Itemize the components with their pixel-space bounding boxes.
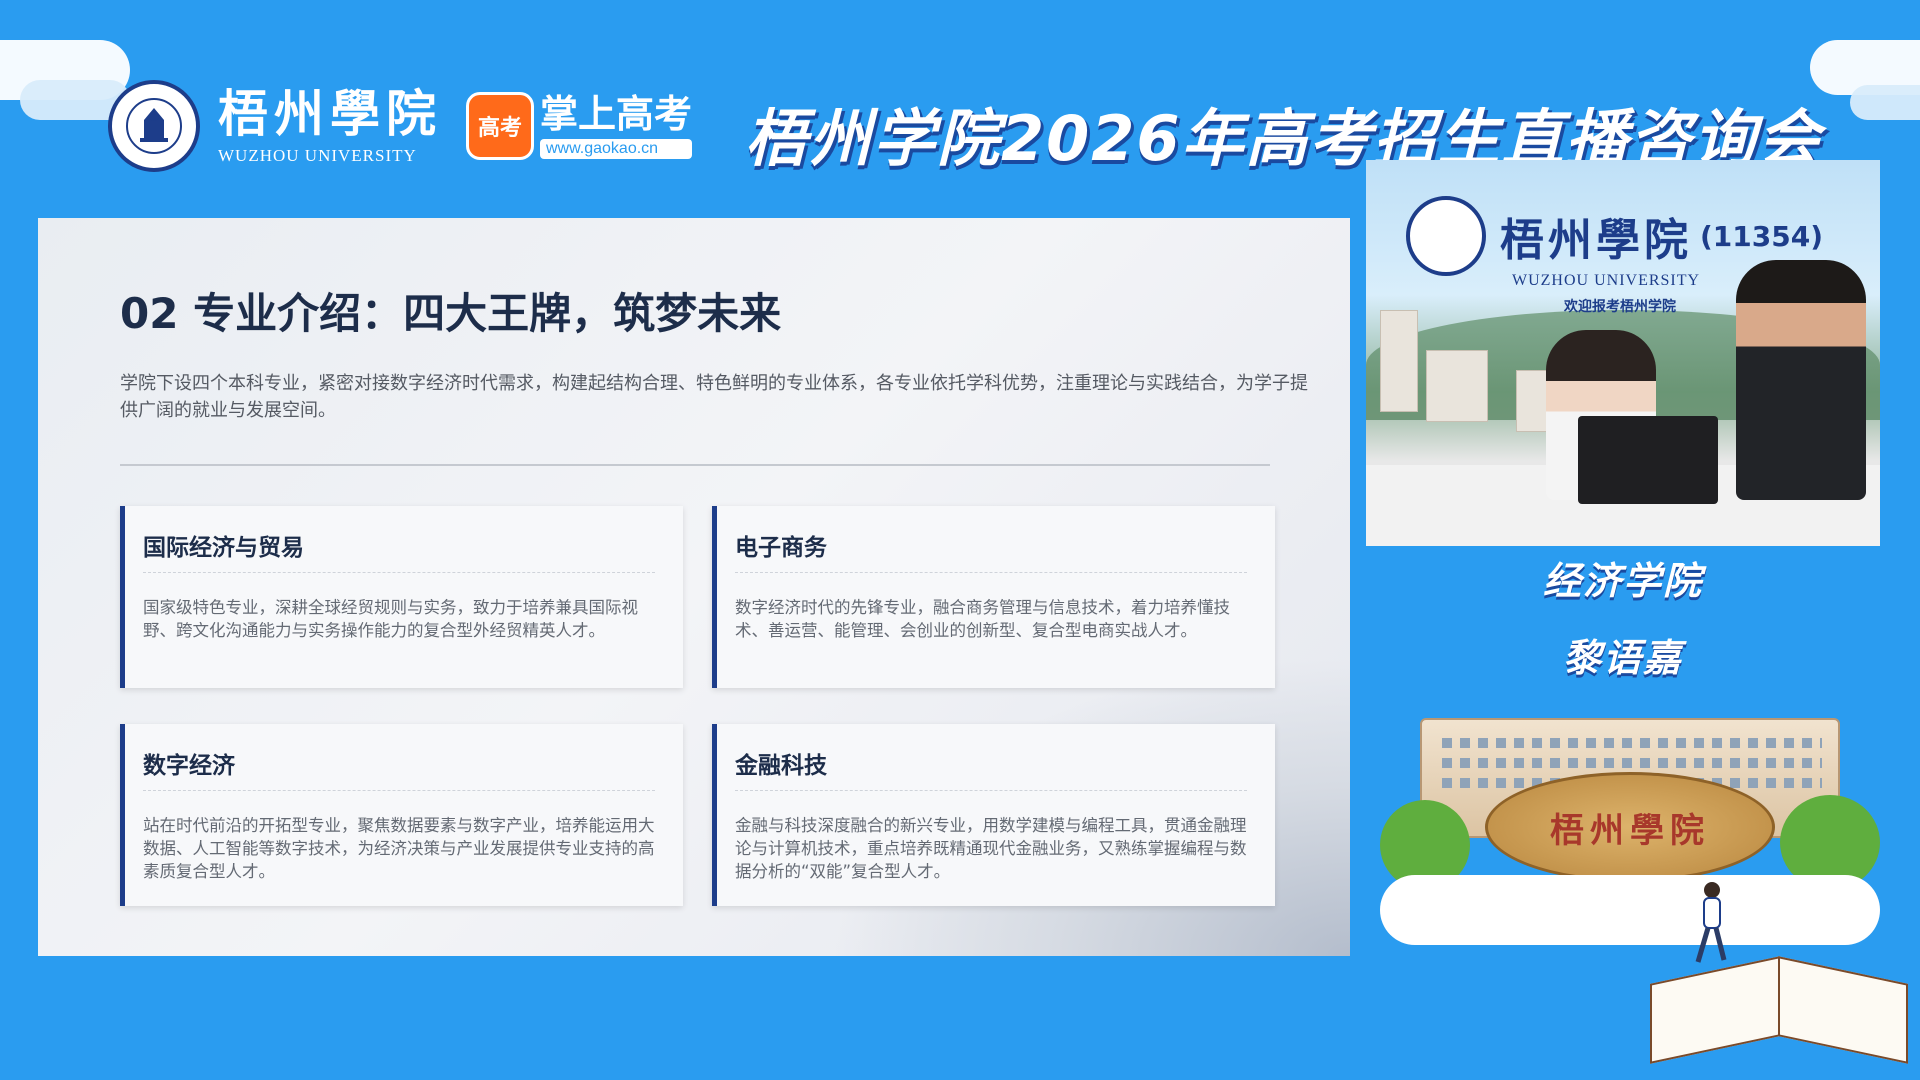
partner-url: www.gaokao.cn [540, 139, 693, 159]
university-seal-icon [108, 80, 200, 172]
divider [120, 464, 1270, 466]
major-card: 金融科技 金融与科技深度融合的新兴专业，用数学建模与编程工具，贯通金融理论与计算… [712, 724, 1275, 906]
campus-illustration: 梧州學院 [1380, 700, 1880, 960]
decor-cloud [1380, 875, 1880, 945]
major-title: 数字经济 [143, 753, 235, 779]
major-description: 数字经济时代的先锋专业，融合商务管理与信息技术，着力培养懂技术、善运营、能管理、… [735, 598, 1230, 640]
speaker-department: 经济学院 [1542, 559, 1703, 603]
major-description: 金融与科技深度融合的新兴专业，用数学建模与编程工具，贯通金融理论与计算机技术，重… [735, 816, 1247, 881]
video-backdrop [1380, 310, 1418, 412]
university-name-en: WUZHOU UNIVERSITY [218, 146, 417, 165]
major-card: 国际经济与贸易 国家级特色专业，深耕全球经贸规则与实务，致力于培养兼具国际视野、… [120, 506, 683, 688]
divider [735, 790, 1247, 791]
major-title: 电子商务 [735, 535, 827, 561]
wuzhou-university-logo: 梧州學院 WUZHOU UNIVERSITY [108, 80, 442, 172]
video-welcome: 欢迎报考梧州学院 [1564, 299, 1676, 315]
major-title: 金融科技 [735, 753, 827, 779]
video-school-en: WUZHOU UNIVERSITY [1512, 272, 1701, 289]
guest-person [1736, 260, 1866, 500]
name-stone-text: 梧州學院 [1550, 810, 1710, 851]
gaokao-logo-icon: 高考 [466, 92, 534, 160]
name-stone: 梧州學院 [1485, 772, 1775, 882]
divider [143, 790, 655, 791]
presentation-slide: 02 专业介绍：四大王牌，筑梦未来 学院下设四个本科专业，紧密对接数字经济时代需… [38, 218, 1350, 956]
major-description: 国家级特色专业，深耕全球经贸规则与实务，致力于培养兼具国际视野、跨文化沟通能力与… [143, 598, 638, 640]
gaokao-logo: 高考 掌上高考 www.gaokao.cn [466, 92, 693, 160]
major-card: 数字经济 站在时代前沿的开拓型专业，聚焦数据要素与数字产业，培养能运用大数据、人… [120, 724, 683, 906]
live-video-feed: 梧州學院 (11354) WUZHOU UNIVERSITY 欢迎报考梧州学院 [1366, 160, 1880, 546]
slide-intro: 学院下设四个本科专业，紧密对接数字经济时代需求，构建起结构合理、特色鲜明的专业体… [120, 373, 1308, 421]
speaker-caption: 经济学院 黎语嘉 [1366, 546, 1880, 682]
event-title: 梧州学院2026年高考招生直播咨询会 [745, 102, 1822, 175]
running-student-illustration [1690, 880, 1730, 970]
video-school-name: 梧州學院 [1500, 215, 1692, 266]
major-description: 站在时代前沿的开拓型专业，聚焦数据要素与数字产业，培养能运用大数据、人工智能等数… [143, 816, 655, 881]
partner-name: 掌上高考 [540, 92, 693, 136]
divider [735, 572, 1247, 573]
university-seal-icon [1406, 196, 1486, 276]
header-banner: 梧州學院 WUZHOU UNIVERSITY 高考 掌上高考 www.gaoka… [0, 0, 1920, 175]
slide-title: 02 专业介绍：四大王牌，筑梦未来 [120, 289, 782, 338]
university-name-cn: 梧州學院 [218, 84, 442, 143]
open-book-illustration [1640, 950, 1920, 1080]
video-school-code: (11354) [1700, 219, 1824, 253]
speaker-name: 黎语嘉 [1562, 636, 1683, 680]
divider [143, 572, 655, 573]
laptop [1578, 416, 1718, 504]
major-title: 国际经济与贸易 [143, 535, 304, 561]
major-card: 电子商务 数字经济时代的先锋专业，融合商务管理与信息技术，着力培养懂技术、善运营… [712, 506, 1275, 688]
video-backdrop [1426, 350, 1488, 422]
